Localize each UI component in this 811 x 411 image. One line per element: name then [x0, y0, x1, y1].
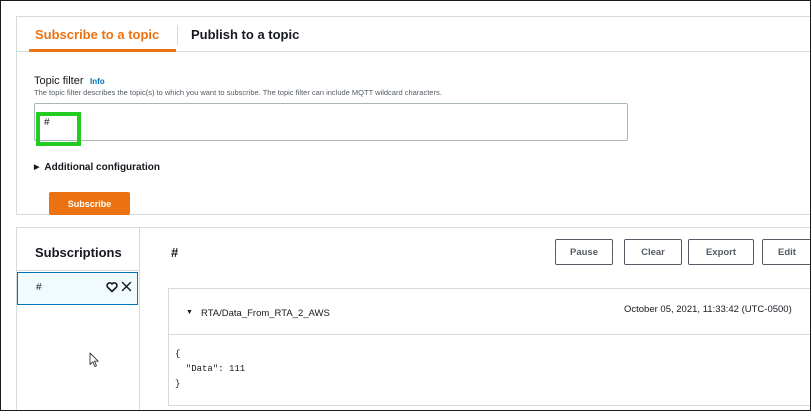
- message-header[interactable]: ▼ RTA/Data_From_RTA_2_AWS October 05, 20…: [169, 289, 810, 335]
- highlight-box: [36, 112, 81, 146]
- divider: [17, 270, 139, 271]
- close-icon[interactable]: [121, 281, 132, 292]
- caret-right-icon: ▶: [34, 164, 40, 171]
- subscribe-panel: Subscribe to a topic Publish to a topic …: [16, 16, 810, 215]
- topic-filter-description: The topic filter describes the topic(s) …: [34, 88, 442, 97]
- mouse-pointer-icon: [89, 352, 99, 367]
- subscriptions-panel: Subscriptions # # Pause Clear Export Edi…: [16, 227, 810, 410]
- export-button[interactable]: Export: [688, 239, 754, 265]
- message-card: ▼ RTA/Data_From_RTA_2_AWS October 05, 20…: [168, 288, 810, 406]
- subscriptions-title: Subscriptions: [35, 245, 122, 260]
- subscribe-button[interactable]: Subscribe: [49, 192, 130, 215]
- active-tab-indicator: [29, 49, 176, 52]
- additional-configuration-label: Additional configuration: [44, 162, 160, 173]
- message-area: # Pause Clear Export Edit ▼ RTA/Data_Fro…: [154, 228, 810, 410]
- tab-publish[interactable]: Publish to a topic: [191, 27, 299, 42]
- clear-button[interactable]: Clear: [624, 239, 682, 265]
- topic-filter-label: Topic filter: [34, 75, 84, 87]
- message-topic: RTA/Data_From_RTA_2_AWS: [201, 308, 330, 319]
- tab-divider: [177, 25, 178, 45]
- topic-filter-input[interactable]: [34, 103, 628, 141]
- additional-configuration-toggle[interactable]: ▶ Additional configuration: [34, 162, 160, 173]
- edit-button[interactable]: Edit: [762, 239, 810, 265]
- mqtt-test-client: Subscribe to a topic Publish to a topic …: [0, 0, 811, 411]
- pause-button[interactable]: Pause: [555, 239, 613, 265]
- selected-topic-title: #: [171, 245, 179, 260]
- subscription-item[interactable]: #: [17, 272, 138, 305]
- message-payload: { "Data": 111 }: [175, 349, 246, 389]
- subscription-item-name: #: [36, 282, 42, 293]
- tab-bar: Subscribe to a topic Publish to a topic: [17, 17, 810, 52]
- subscriptions-list: Subscriptions #: [17, 228, 140, 410]
- tab-subscribe[interactable]: Subscribe to a topic: [35, 27, 159, 42]
- message-timestamp: October 05, 2021, 11:33:42 (UTC-0500): [624, 304, 792, 315]
- heart-icon[interactable]: [106, 281, 118, 293]
- info-link[interactable]: Info: [90, 77, 105, 86]
- caret-down-icon: ▼: [186, 309, 193, 316]
